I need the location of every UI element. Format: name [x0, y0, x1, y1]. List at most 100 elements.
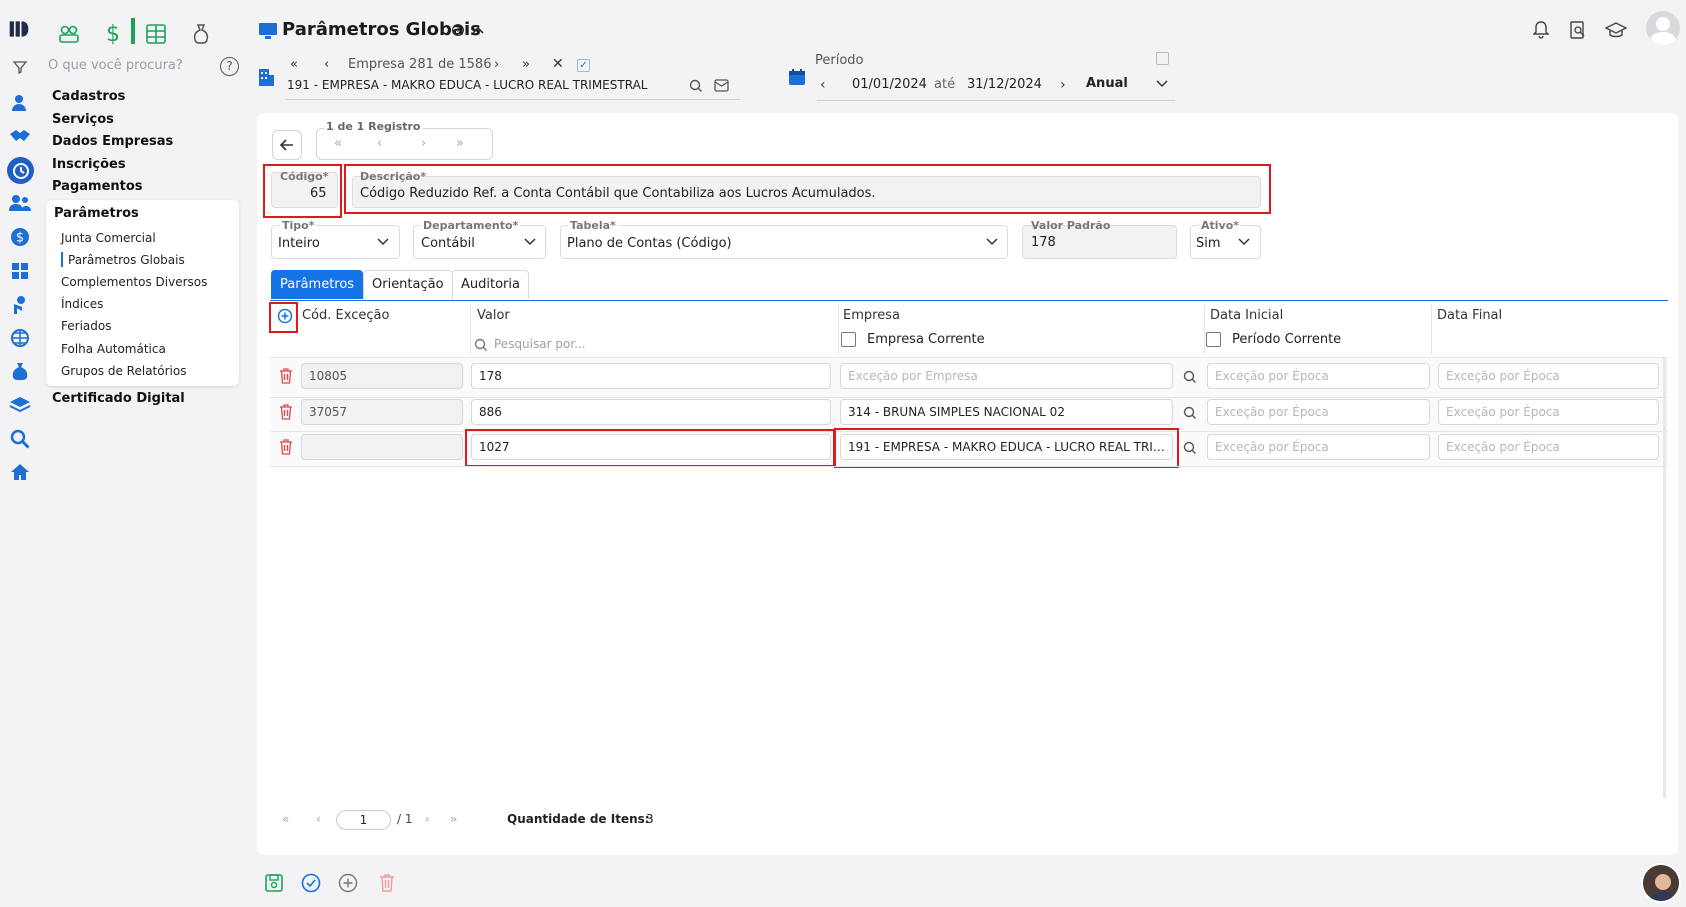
tab-orientacao[interactable]: Orientação [363, 270, 453, 299]
save-icon[interactable] [264, 873, 284, 893]
confirm-icon[interactable] [301, 873, 321, 893]
support-avatar[interactable] [1641, 863, 1681, 903]
search-icon[interactable] [689, 79, 703, 93]
calendar-icon[interactable] [788, 68, 806, 86]
prev-record-button[interactable]: ‹ [377, 136, 382, 151]
row-empresa-input[interactable]: 314 - BRUNA SIMPLES NACIONAL 02 [840, 399, 1173, 425]
company-checkbox[interactable]: ✓ [577, 59, 590, 72]
search-icon[interactable] [9, 428, 31, 450]
graduation-cap-icon[interactable] [1605, 22, 1627, 38]
calculator-icon[interactable] [9, 260, 31, 282]
row-data-inicial-input[interactable]: Exceção por Época [1207, 434, 1430, 460]
prev-company-button[interactable]: ‹ [324, 57, 329, 72]
submenu-parametros-globais[interactable]: Parâmetros Globais [68, 253, 185, 267]
dollar-circle-icon[interactable]: $ [9, 226, 31, 248]
table-module-icon[interactable] [142, 20, 170, 48]
bag-module-icon[interactable] [187, 20, 215, 48]
next-record-button[interactable]: › [421, 136, 426, 151]
menu-certificado-digital[interactable]: Certificado Digital [52, 391, 185, 406]
first-page-button[interactable]: « [282, 812, 289, 826]
money-bag-icon[interactable] [9, 360, 31, 382]
back-button[interactable] [272, 130, 302, 160]
delete-row-icon[interactable] [279, 404, 293, 420]
search-icon[interactable] [1183, 441, 1197, 455]
periodo-corrente-checkbox[interactable] [1206, 332, 1221, 347]
menu-pagamentos[interactable]: Pagamentos [52, 179, 143, 194]
col-cod-excecao[interactable]: Cód. Exceção [302, 308, 389, 323]
search-icon[interactable] [1183, 406, 1197, 420]
row-empresa-input[interactable]: Exceção por Empresa [840, 363, 1173, 389]
delete-row-icon[interactable] [279, 368, 293, 384]
row-valor-input[interactable]: 886 [471, 399, 831, 425]
next-company-button[interactable]: › [494, 57, 499, 72]
sidebar-search-input[interactable]: O que você procura? [48, 58, 183, 73]
filter-icon[interactable] [9, 56, 31, 78]
add-icon[interactable] [338, 873, 358, 893]
chevron-up-icon[interactable] [472, 25, 484, 35]
row-data-final-input[interactable]: Exceção por Época [1438, 434, 1659, 460]
people-module-icon[interactable] [55, 20, 83, 48]
valor-search-input[interactable]: Pesquisar por... [494, 337, 586, 351]
submenu-junta-comercial[interactable]: Junta Comercial [61, 231, 156, 245]
row-cod-input[interactable]: 37057 [301, 399, 463, 425]
delete-row-icon[interactable] [279, 439, 293, 455]
tab-auditoria[interactable]: Auditoria [452, 270, 529, 299]
submenu-folha-automatica[interactable]: Folha Automática [61, 342, 166, 356]
users-icon[interactable] [9, 192, 31, 214]
col-valor[interactable]: Valor [477, 308, 510, 323]
period-end[interactable]: 31/12/2024 [967, 77, 1042, 92]
next-page-button[interactable]: › [425, 812, 430, 826]
tab-parametros[interactable]: Parâmetros [271, 270, 364, 299]
period-start[interactable]: 01/01/2024 [852, 77, 927, 92]
grid-scrollbar[interactable] [1663, 358, 1666, 798]
period-type-select[interactable]: Anual [1086, 76, 1128, 91]
col-empresa[interactable]: Empresa [843, 308, 900, 323]
first-company-button[interactable]: « [290, 57, 298, 72]
submenu-indices[interactable]: Índices [61, 297, 103, 311]
close-icon[interactable]: ✕ [552, 56, 564, 72]
chevron-down-icon[interactable] [1156, 80, 1168, 88]
user-register-icon[interactable] [9, 92, 31, 114]
page-input[interactable]: 1 [336, 810, 391, 830]
menu-servicos[interactable]: Serviços [52, 112, 114, 127]
last-page-button[interactable]: » [450, 812, 457, 826]
next-period-button[interactable]: › [1060, 77, 1066, 93]
mail-icon[interactable] [714, 79, 729, 92]
search-icon[interactable] [1183, 370, 1197, 384]
layers-icon[interactable] [9, 394, 31, 416]
row-valor-input[interactable]: 178 [471, 363, 831, 389]
submenu-complementos-diversos[interactable]: Complementos Diversos [61, 275, 207, 289]
dollar-module-icon[interactable]: $ [99, 20, 127, 48]
prev-page-button[interactable]: ‹ [316, 812, 321, 826]
globe-icon[interactable] [9, 327, 31, 349]
menu-inscricoes[interactable]: Inscrições [52, 157, 126, 172]
last-company-button[interactable]: » [522, 57, 530, 72]
row-cod-input[interactable] [301, 434, 463, 460]
handshake-icon[interactable] [9, 125, 31, 147]
app-logo[interactable] [8, 18, 30, 40]
menu-dados-empresas[interactable]: Dados Empresas [52, 134, 173, 149]
user-avatar[interactable] [1646, 11, 1680, 45]
document-search-icon[interactable] [1570, 21, 1586, 39]
row-data-final-input[interactable]: Exceção por Época [1438, 399, 1659, 425]
col-data-inicial[interactable]: Data Inicial [1210, 308, 1283, 323]
clock-icon[interactable] [7, 157, 34, 184]
first-record-button[interactable]: « [334, 136, 342, 151]
period-checkbox[interactable] [1156, 52, 1169, 65]
empresa-corrente-checkbox[interactable] [841, 332, 856, 347]
info-icon[interactable]: i [452, 24, 464, 36]
bell-icon[interactable] [1533, 21, 1549, 39]
row-data-inicial-input[interactable]: Exceção por Época [1207, 363, 1430, 389]
home-icon[interactable] [9, 461, 31, 483]
menu-parametros[interactable]: Parâmetros [54, 206, 139, 221]
row-data-inicial-input[interactable]: Exceção por Época [1207, 399, 1430, 425]
hand-coin-icon[interactable] [9, 294, 31, 316]
delete-icon[interactable] [379, 873, 395, 893]
submenu-feriados[interactable]: Feriados [61, 319, 111, 333]
submenu-grupos-relatorios[interactable]: Grupos de Relatórios [61, 364, 186, 378]
last-record-button[interactable]: » [456, 136, 464, 151]
help-icon[interactable]: ? [220, 57, 239, 76]
menu-cadastros[interactable]: Cadastros [52, 89, 125, 104]
col-data-final[interactable]: Data Final [1437, 308, 1502, 323]
row-data-final-input[interactable]: Exceção por Época [1438, 363, 1659, 389]
